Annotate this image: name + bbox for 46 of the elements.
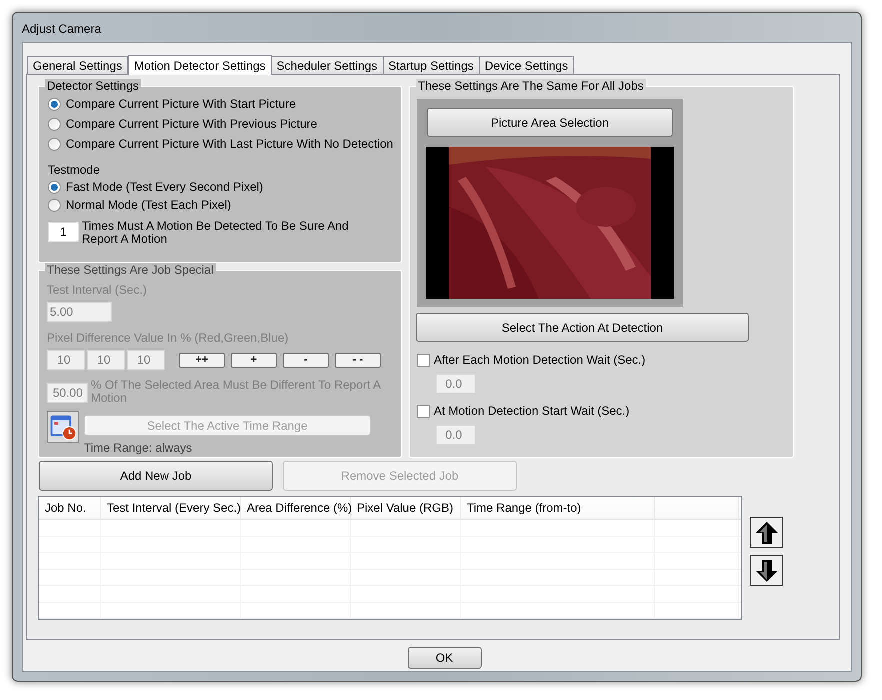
option-label: Compare Current Picture With Start Picture	[66, 96, 296, 113]
field-label: % Of The Selected Area Must Be Different To Report A Motion	[91, 379, 382, 405]
column-header[interactable]: Pixel Value (RGB)	[357, 499, 454, 518]
option-label: Fast Mode (Test Every Second Pixel)	[66, 179, 264, 196]
radio-button[interactable]	[48, 180, 61, 194]
action-button[interactable]: Select The Action At Detection	[416, 313, 749, 342]
move-down-button[interactable]	[750, 555, 783, 586]
radio-button[interactable]	[48, 198, 61, 212]
window-title: Adjust Camera	[22, 20, 102, 38]
radio-button[interactable]	[48, 138, 61, 150]
tab[interactable]: Device Settings	[478, 56, 574, 74]
input-field[interactable]: 0.0	[436, 374, 476, 394]
option-label: Compare Current Picture With Previous Picture	[66, 116, 318, 133]
input-field[interactable]: 1	[48, 222, 79, 242]
option-label: Normal Mode (Test Each Pixel)	[66, 197, 232, 214]
checkbox[interactable]	[417, 354, 430, 366]
option-label: Compare Current Picture With Last Picture With No Detection	[66, 136, 394, 153]
radio-button[interactable]	[48, 118, 61, 130]
section-label: Testmode	[48, 162, 100, 179]
tab[interactable]: Startup Settings	[382, 56, 480, 74]
column-header[interactable]: Time Range (from-to)	[467, 499, 582, 518]
up-arrow-icon	[754, 520, 778, 544]
column-header[interactable]: Area Difference (%)	[247, 499, 352, 518]
group-title: These Settings Are Job Special	[45, 263, 216, 277]
ok-button[interactable]: OK	[408, 647, 482, 669]
move-up-button[interactable]	[750, 517, 783, 548]
calendar-clock-icon	[47, 411, 79, 443]
tab[interactable]: General Settings	[27, 56, 128, 74]
time-range-text: Time Range: always	[84, 440, 192, 457]
group-title: Detector Settings	[45, 79, 142, 93]
field-label: Times Must A Motion Be Detected To Be Sure And Report A Motion	[82, 220, 350, 246]
column-header[interactable]: Job No.	[45, 499, 86, 518]
field-label: Test Interval (Sec.)	[47, 282, 148, 299]
checkbox-label: After Each Motion Detection Wait (Sec.)	[434, 352, 646, 369]
field-label: Pixel Difference Value In % (Red,Green,Blue)	[47, 330, 289, 347]
tab[interactable]: Motion Detector Settings	[128, 55, 272, 75]
job-button[interactable]: Add New Job	[39, 461, 273, 491]
picture-area-button[interactable]: Picture Area Selection	[427, 108, 673, 137]
input-field[interactable]: 0.0	[436, 425, 476, 445]
down-arrow-icon	[754, 558, 778, 582]
group-title: These Settings Are The Same For All Jobs	[416, 79, 646, 93]
checkbox[interactable]	[417, 404, 430, 418]
checkbox-label: At Motion Detection Start Wait (Sec.)	[434, 403, 630, 420]
tab[interactable]: Scheduler Settings	[270, 56, 384, 74]
column-header[interactable]: Test Interval (Every Sec.)	[107, 499, 242, 518]
radio-button[interactable]	[48, 98, 61, 110]
